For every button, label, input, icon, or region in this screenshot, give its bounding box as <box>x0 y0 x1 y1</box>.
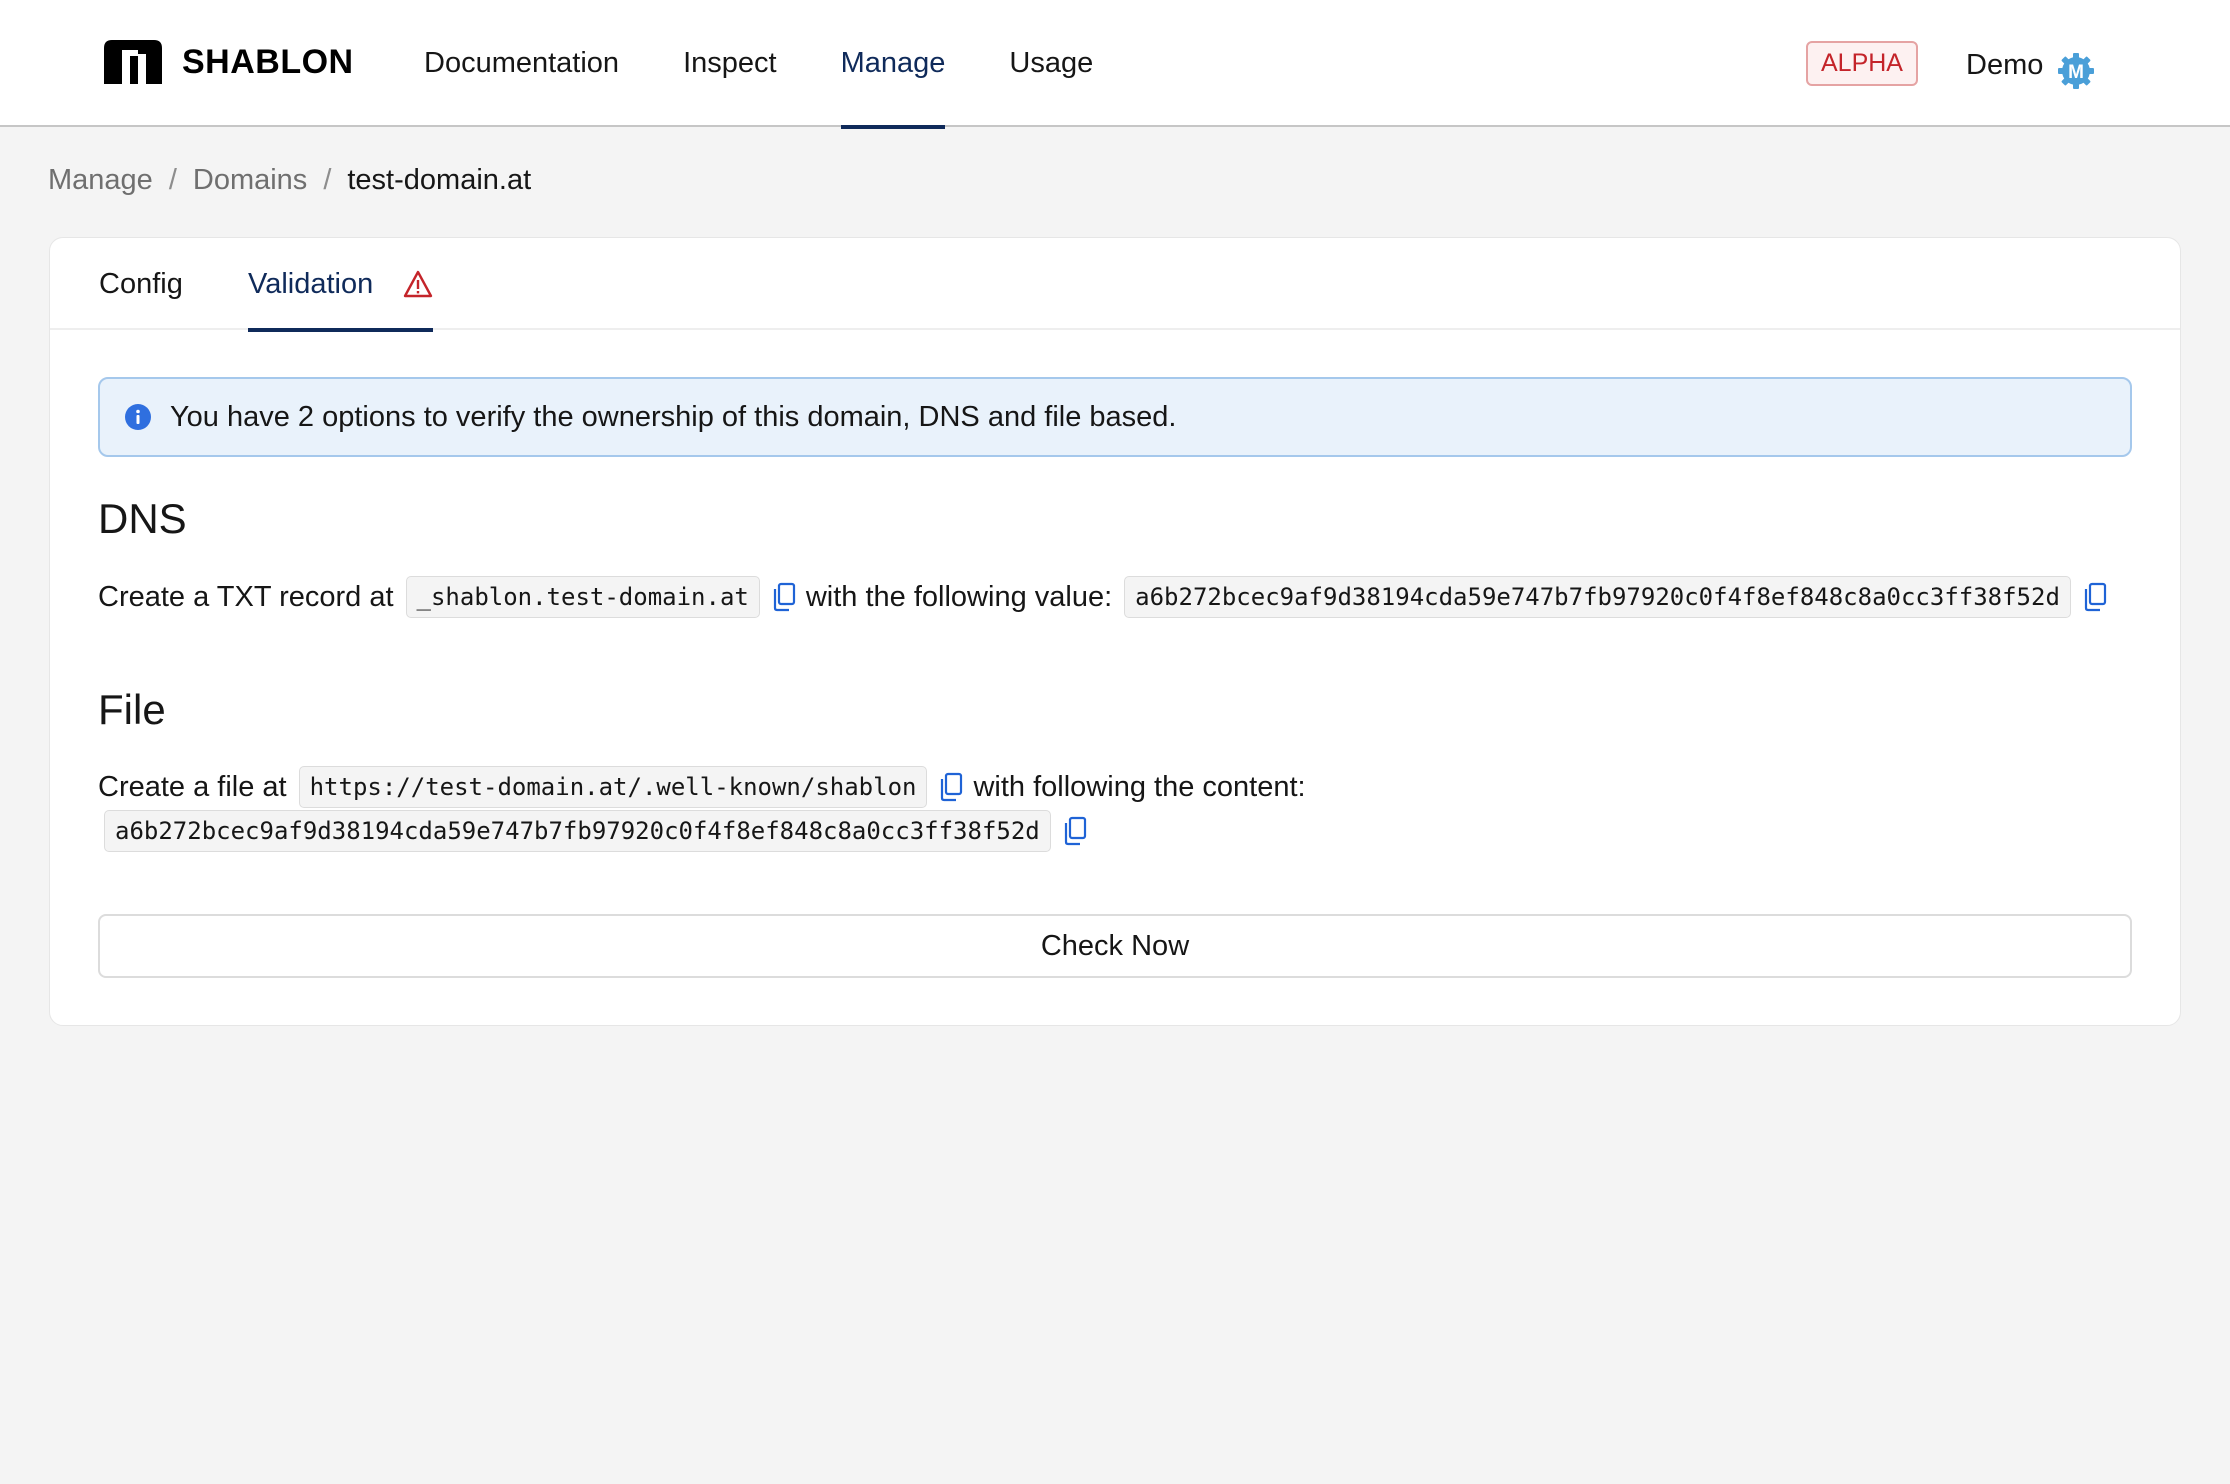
copy-icon[interactable] <box>1063 816 1087 846</box>
file-url-code: https://test-domain.at/.well-known/shabl… <box>298 766 928 808</box>
user-name: Demo <box>1966 48 2044 81</box>
info-banner: You have 2 options to verify the ownersh… <box>98 377 2132 457</box>
breadcrumb-manage[interactable]: Manage <box>48 164 153 197</box>
breadcrumb-separator: / <box>168 164 177 196</box>
breadcrumb-current: test-domain.at <box>347 164 532 196</box>
tab-config[interactable]: Config <box>99 238 183 330</box>
file-heading: File <box>98 686 166 733</box>
dns-record-code: _shablon.test-domain.at <box>405 576 760 618</box>
logo[interactable]: SHABLON <box>102 38 354 86</box>
top-header: SHABLON Documentation Inspect Manage Usa… <box>0 0 2230 129</box>
domain-card: Config Validation You have 2 options to … <box>49 237 2181 1026</box>
logo-text: SHABLON <box>182 42 354 81</box>
dns-value-code: a6b272bcec9af9d38194cda59e747b7fb97920c0… <box>1124 576 2071 618</box>
gear-avatar-icon: M <box>2058 53 2095 89</box>
nav-documentation[interactable]: Documentation <box>392 0 651 127</box>
nav-usage[interactable]: Usage <box>977 0 1125 127</box>
avatar-letter: M <box>2068 62 2084 83</box>
dns-middle-text: with the following value: <box>805 580 1113 613</box>
tab-validation[interactable]: Validation <box>248 238 434 332</box>
nav-inspect[interactable]: Inspect <box>651 0 809 127</box>
file-content-row: a6b272bcec9af9d38194cda59e747b7fb97920c0… <box>92 810 1097 852</box>
dns-instructions: Create a TXT record at _shablon.test-dom… <box>98 576 2117 618</box>
tab-config-label: Config <box>99 267 183 300</box>
nav-manage[interactable]: Manage <box>809 0 978 129</box>
dns-prefix-text: Create a TXT record at <box>98 580 394 613</box>
copy-icon[interactable] <box>772 582 796 612</box>
check-now-button[interactable]: Check Now <box>98 914 2132 978</box>
tab-validation-label: Validation <box>248 267 374 300</box>
breadcrumb-separator: / <box>323 164 332 196</box>
main-nav: Documentation Inspect Manage Usage <box>392 0 1125 129</box>
shablon-logo-icon <box>104 40 162 84</box>
warning-triangle-icon <box>404 270 433 298</box>
dns-heading: DNS <box>98 495 187 542</box>
copy-icon[interactable] <box>939 772 963 802</box>
user-menu[interactable]: Demo M <box>1966 40 2095 90</box>
breadcrumb-domains[interactable]: Domains <box>193 164 307 197</box>
alpha-badge: ALPHA <box>1806 41 1918 86</box>
info-icon <box>125 404 151 430</box>
file-content-code: a6b272bcec9af9d38194cda59e747b7fb97920c0… <box>104 810 1051 852</box>
copy-icon[interactable] <box>2083 582 2107 612</box>
file-prefix-text: Create a file at <box>98 770 287 803</box>
file-instructions: Create a file at https://test-domain.at/… <box>98 766 1306 808</box>
breadcrumb: Manage / Domains / test-domain.at <box>48 164 531 197</box>
info-text: You have 2 options to verify the ownersh… <box>170 400 1177 433</box>
tab-bar: Config Validation <box>50 238 2180 332</box>
file-middle-text: with following the content: <box>973 770 1306 803</box>
